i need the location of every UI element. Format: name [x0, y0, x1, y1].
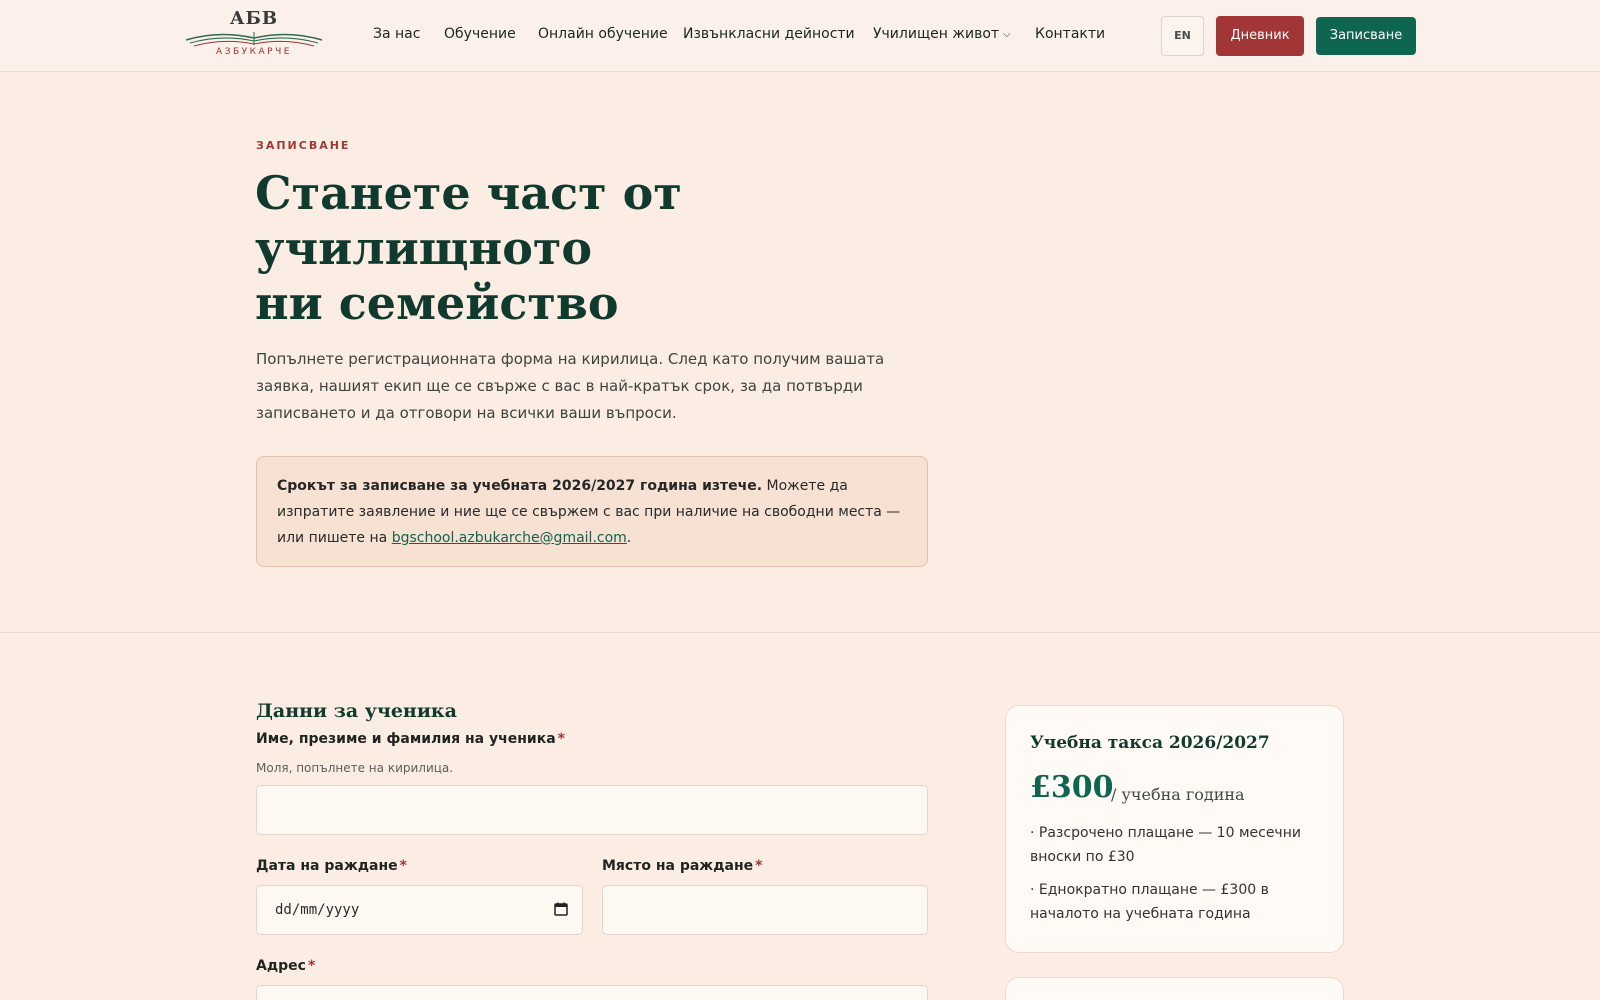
section-divider — [0, 632, 1600, 633]
section-eyebrow: ЗАПИСВАНЕ — [256, 139, 351, 152]
school-logo[interactable]: АБВ АЗБУКАРЧЕ — [184, 6, 324, 62]
calendar-icon[interactable] — [554, 902, 568, 916]
birth-date-label-text: Дата на раждане — [256, 858, 398, 874]
hero-description: Попълнете регистрационната форма на кири… — [256, 350, 885, 422]
notice-headline: Срокът за записване за учебната 2026/202… — [277, 478, 763, 494]
nav-contacts[interactable]: Контакти — [1035, 26, 1105, 42]
diary-button[interactable]: Дневник — [1216, 16, 1304, 56]
student-data-heading: Данни за ученика — [256, 700, 457, 722]
birth-date-placeholder: dd/mm/yyyy — [275, 902, 360, 918]
birth-place-label: Място на раждане * — [602, 858, 762, 874]
nav-about[interactable]: За нас — [373, 26, 420, 42]
page-title-line-1: Станете част от — [255, 166, 682, 220]
nav-school-life[interactable]: Училищен живот ⌵ — [873, 26, 1011, 42]
student-name-input[interactable] — [256, 785, 928, 835]
fee-unit: / учебна година — [1111, 785, 1245, 804]
required-mark: * — [399, 858, 407, 874]
site-header: АБВ АЗБУКАРЧЕ За нас Обучение Онлайн обу… — [0, 0, 1600, 72]
enrollment-notice: Срокът за записване за учебната 2026/202… — [256, 456, 928, 567]
language-switch-button[interactable]: EN — [1161, 16, 1204, 56]
student-name-label: Име, презиме и фамилия на ученика * — [256, 731, 565, 747]
notice-end: . — [626, 530, 632, 546]
book-icon — [185, 32, 323, 47]
page-title: Станете част от училищното ни семейство — [255, 166, 955, 331]
student-name-label-text: Име, презиме и фамилия на ученика — [256, 731, 556, 747]
address-label: Адрес * — [256, 958, 315, 974]
secondary-card — [1005, 977, 1344, 1000]
birth-place-label-text: Място на раждане — [602, 858, 754, 874]
address-label-text: Адрес — [256, 958, 306, 974]
required-mark: * — [557, 731, 565, 747]
birth-date-input[interactable]: dd/mm/yyyy — [256, 885, 583, 935]
tuition-fee-card: Учебна такса 2026/2027 £300 / учебна год… — [1005, 705, 1344, 953]
fee-single-payment-line: · Еднократно плащане — £300 в началото н… — [1030, 882, 1269, 922]
chevron-down-icon: ⌵ — [1003, 29, 1011, 40]
nav-school-life-label: Училищен живот — [873, 26, 1000, 42]
fee-card-title: Учебна такса 2026/2027 — [1030, 733, 1270, 753]
birth-date-label: Дата на раждане * — [256, 858, 407, 874]
email-link[interactable]: bgschool.azbukarche@gmail.com — [392, 530, 627, 546]
student-name-hint: Моля, попълнете на кирилица. — [256, 761, 454, 775]
required-mark: * — [755, 858, 763, 874]
nav-education[interactable]: Обучение — [444, 26, 516, 42]
required-mark: * — [307, 958, 316, 974]
fee-price: £300 — [1030, 770, 1114, 805]
page-title-line-2: училищното — [255, 221, 593, 275]
fee-installments-line: · Разсрочено плащане — 10 месечни вноски… — [1030, 825, 1301, 865]
enroll-button[interactable]: Записване — [1316, 17, 1416, 55]
logo-name: АЗБУКАРЧЕ — [216, 47, 292, 57]
nav-extracurricular[interactable]: Извънкласни дейности — [683, 26, 855, 42]
page-title-line-3: ни семейство — [255, 276, 619, 330]
address-input[interactable] — [256, 985, 928, 1000]
nav-online-education[interactable]: Онлайн обучение — [538, 26, 668, 42]
birth-place-input[interactable] — [602, 885, 928, 935]
